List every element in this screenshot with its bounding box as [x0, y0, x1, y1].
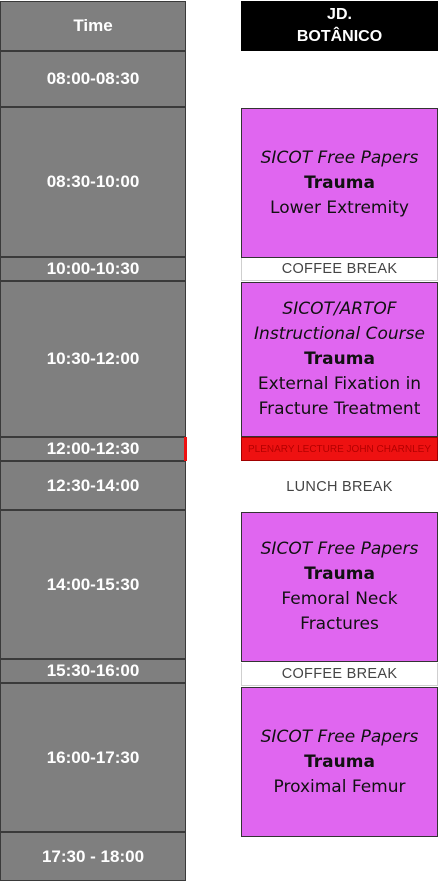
- time-column-header: Time: [0, 1, 186, 51]
- session-series: SICOT Free Papers: [260, 147, 419, 168]
- session-block[interactable]: SICOT Free Papers Trauma Femoral Neck Fr…: [241, 512, 438, 662]
- plenary-lecture: PLENARY LECTURE JOHN CHARNLEY: [241, 437, 438, 461]
- time-slot-0800: 08:00-08:30: [0, 51, 186, 107]
- time-slot-1200: 12:00-12:30: [0, 437, 186, 461]
- session-block[interactable]: SICOT Free Papers Trauma Proximal Femur: [241, 687, 438, 837]
- session-block[interactable]: SICOT/ARTOF Instructional Course Trauma …: [241, 282, 438, 437]
- venue-header-line1: JD.: [327, 6, 352, 23]
- time-slot-1400: 14:00-15:30: [0, 510, 186, 659]
- session-series: Instructional Course: [254, 324, 425, 344]
- coffee-break: COFFEE BREAK: [241, 663, 438, 686]
- time-slot-1730: 17:30 - 18:00: [0, 832, 186, 881]
- time-slot-0830: 08:30-10:00: [0, 107, 186, 257]
- time-slot-1230: 12:30-14:00: [0, 461, 186, 510]
- time-slot-1530: 15:30-16:00: [0, 659, 186, 683]
- time-slot-1000: 10:00-10:30: [0, 257, 186, 281]
- time-slot-1600: 16:00-17:30: [0, 683, 186, 832]
- venue-header: JD. BOTÂNICO: [241, 1, 438, 51]
- session-series: SICOT/ARTOF: [282, 299, 397, 319]
- session-block[interactable]: SICOT Free Papers Trauma Lower Extremity: [241, 108, 438, 258]
- session-topic: Proximal Femur: [273, 776, 406, 797]
- session-series: SICOT Free Papers: [260, 726, 419, 747]
- venue-header-line2: BOTÂNICO: [296, 28, 383, 45]
- session-track: Trauma: [304, 349, 375, 369]
- red-marker: [184, 437, 187, 461]
- lunch-break: LUNCH BREAK: [286, 479, 393, 495]
- session-series: SICOT Free Papers: [260, 539, 419, 559]
- session-topic: External Fixation in: [257, 374, 422, 394]
- session-track: Trauma: [304, 564, 375, 584]
- session-topic: Lower Extremity: [270, 197, 409, 218]
- time-slot-1030: 10:30-12:00: [0, 281, 186, 437]
- session-topic: Fracture Treatment: [258, 399, 421, 419]
- session-track: Trauma: [304, 751, 375, 772]
- coffee-break: COFFEE BREAK: [241, 258, 438, 281]
- session-track: Trauma: [304, 172, 375, 193]
- session-topic: Femoral Neck Fractures: [281, 589, 398, 634]
